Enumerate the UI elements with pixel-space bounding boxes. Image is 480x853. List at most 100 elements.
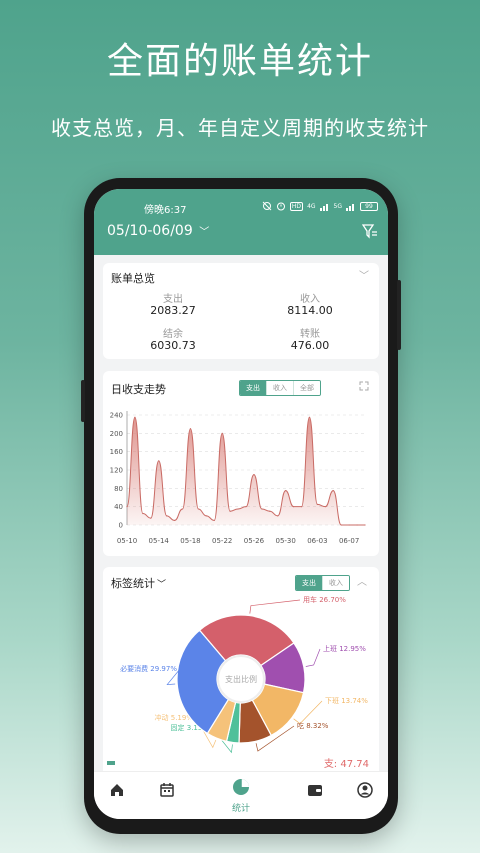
y-tick-label: 80 xyxy=(114,485,123,493)
hd-badge: HD xyxy=(289,201,304,211)
alarm-icon xyxy=(276,202,285,211)
overview-card: 账单总览 ﹀ 支出 2083.27 收入 8114.00 结余 6030.73 … xyxy=(103,263,379,359)
donut-label: 上班 12.95% xyxy=(323,644,366,653)
trend-point xyxy=(308,416,311,418)
balance-label: 结余 xyxy=(163,329,183,340)
wallet-icon xyxy=(308,785,322,796)
donut-leader-line xyxy=(249,599,301,614)
y-tick-label: 160 xyxy=(110,448,123,456)
trend-tab-income[interactable]: 收入 xyxy=(266,381,293,395)
donut-label: 吃 8.32% xyxy=(297,721,329,730)
donut-label: 下班 13.74% xyxy=(325,696,368,705)
trend-point xyxy=(126,506,128,508)
tag-donut-chart: 用车 26.70%上班 12.95%下班 13.74%吃 8.32%固定 3.1… xyxy=(120,595,368,754)
power-button xyxy=(397,280,401,350)
trend-point xyxy=(348,524,350,526)
overview-title: 账单总览 xyxy=(111,272,155,285)
x-tick-label: 05-30 xyxy=(275,537,295,545)
trend-point xyxy=(166,515,168,517)
filter-icon[interactable] xyxy=(362,223,378,239)
network-type: 4G xyxy=(307,202,316,210)
trend-chart: 0 40 80 120 160 200 240 05-10 05-14 05-18 05-22 05-… xyxy=(110,411,366,545)
x-tick-label: 05-10 xyxy=(117,537,137,545)
expense-label: 支出 xyxy=(163,294,183,305)
donut-label: 必要消费 29.97% xyxy=(120,664,177,673)
trend-point xyxy=(205,515,207,517)
trend-point xyxy=(150,517,152,519)
trend-point xyxy=(142,512,144,515)
trend-point xyxy=(253,473,255,476)
tags-footer-marker xyxy=(107,761,115,765)
trend-point xyxy=(293,506,295,508)
signal-icon-2 xyxy=(346,203,354,211)
promo-title: 全面的账单统计 xyxy=(106,41,373,82)
x-tick-label: 05-26 xyxy=(244,537,265,545)
app-screen: 傍晚6:37 HD 4G 5G 99 05/10-06/09 ﹀ 账单总览 ﹀ … xyxy=(94,189,388,819)
app-header: 傍晚6:37 HD 4G 5G 99 05/10-06/09 ﹀ xyxy=(94,189,388,255)
nav-profile[interactable] xyxy=(350,782,380,802)
trend-area xyxy=(127,417,365,525)
expand-icon[interactable] xyxy=(359,381,369,391)
trend-point xyxy=(332,490,334,492)
y-tick-label: 0 xyxy=(119,522,123,530)
x-tick-label: 05-14 xyxy=(149,537,170,545)
promo-subtitle: 收支总览，月、年自定义周期的收支统计 xyxy=(51,116,429,140)
trend-point xyxy=(340,524,342,526)
transfer-value: 476.00 xyxy=(290,339,330,352)
home-icon xyxy=(111,784,123,796)
trend-title: 日收支走势 xyxy=(111,383,166,396)
x-tick-label: 06-07 xyxy=(339,537,359,545)
overview-collapse-button[interactable]: ﹀ xyxy=(359,267,369,282)
y-tick-label: 240 xyxy=(110,412,123,420)
trend-point xyxy=(237,508,239,510)
tags-footer-text: 支: 47.74 xyxy=(323,759,369,770)
donut-label: 用车 26.70% xyxy=(303,595,346,604)
signal-icon xyxy=(319,203,328,211)
user-icon xyxy=(357,782,373,798)
nav-wallet[interactable] xyxy=(300,782,330,802)
trend-point xyxy=(300,506,303,508)
network-type-2: 5G xyxy=(333,202,342,210)
trend-point xyxy=(174,519,176,522)
trend-point xyxy=(364,524,366,526)
trend-point xyxy=(134,416,136,418)
nav-stats[interactable]: 统计 xyxy=(226,778,256,814)
trend-point xyxy=(316,503,318,505)
balance-value: 6030.73 xyxy=(150,339,196,352)
date-range-selector[interactable]: 05/10-06/09 ﹀ xyxy=(107,223,209,239)
calendar-icon xyxy=(160,783,174,797)
trend-point xyxy=(181,508,184,510)
chevron-down-icon: ﹀ xyxy=(199,227,210,238)
trend-card: 日收支走势 支出 收入 全部 0 40 80 120 160 200 240 05-10 05-… xyxy=(103,371,379,556)
y-tick-label: 40 xyxy=(114,503,123,511)
nav-home[interactable] xyxy=(102,782,132,802)
status-time: 傍晚6:37 xyxy=(144,205,187,216)
trend-point xyxy=(189,428,192,430)
trend-tab-all[interactable]: 全部 xyxy=(293,381,320,395)
trend-point xyxy=(324,506,326,508)
trend-point xyxy=(269,510,271,512)
trend-point xyxy=(213,519,215,522)
donut-center-label: 支出比例 xyxy=(225,674,257,684)
trend-tab-expense[interactable]: 支出 xyxy=(240,381,266,395)
income-label: 收入 xyxy=(300,294,320,305)
income-value: 8114.00 xyxy=(287,304,333,317)
trend-point xyxy=(229,510,231,512)
y-tick-label: 200 xyxy=(110,430,123,438)
transfer-label: 转账 xyxy=(300,329,320,340)
nav-calendar[interactable] xyxy=(152,782,182,802)
trend-point xyxy=(261,508,263,510)
volume-button xyxy=(81,380,85,422)
tags-collapse-button[interactable]: ︿ xyxy=(357,573,367,588)
pie-chart-icon xyxy=(233,779,249,795)
donut-leader-line xyxy=(305,648,321,667)
x-tick-label: 06-03 xyxy=(307,537,327,545)
x-tick-label: 05-22 xyxy=(212,537,232,545)
x-tick-label: 05-18 xyxy=(180,537,200,545)
trend-point xyxy=(285,490,287,492)
expense-value: 2083.27 xyxy=(150,304,196,317)
trend-point xyxy=(277,515,279,517)
trend-point xyxy=(197,508,199,510)
date-range-label: 05/10-06/09 xyxy=(107,223,193,239)
trend-tabs: 支出 收入 全部 xyxy=(239,380,321,396)
